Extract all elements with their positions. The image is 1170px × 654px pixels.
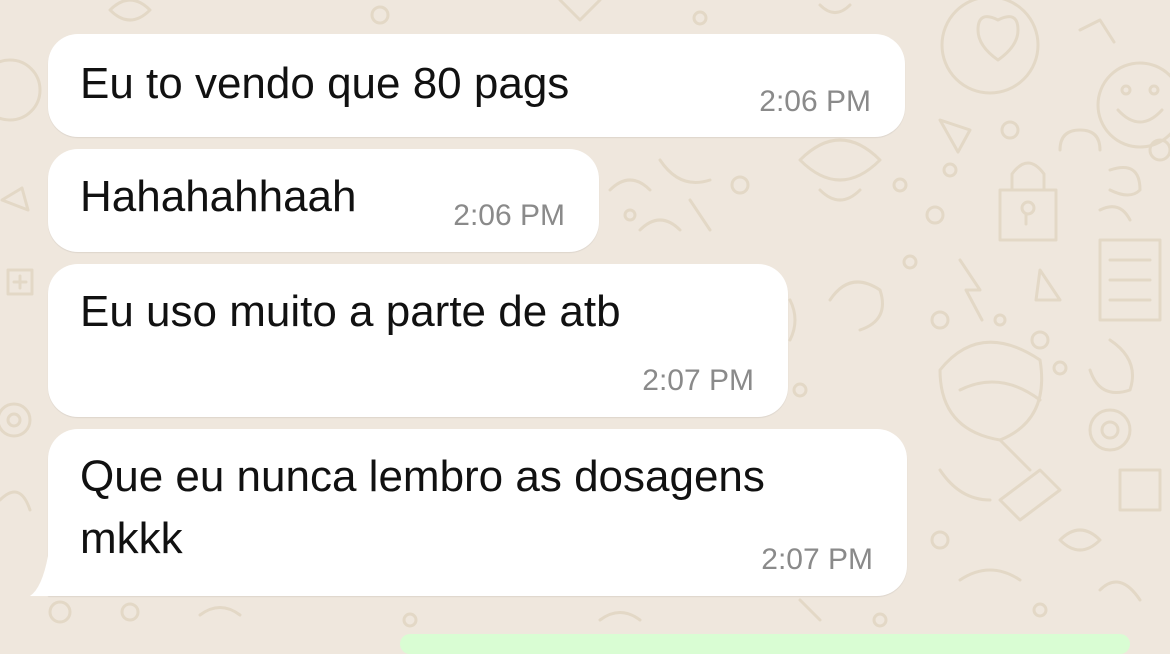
message-text: Eu uso muito a parte de atb — [80, 287, 621, 336]
message-bubble[interactable]: Hahahahhaah 2:06 PM — [48, 149, 599, 252]
message-timestamp: 2:06 PM — [453, 199, 565, 232]
message-text: Hahahahhaah — [80, 172, 357, 221]
bubble-tail — [30, 556, 48, 596]
message-timestamp: 2:06 PM — [759, 85, 871, 118]
message-bubble[interactable]: Eu to vendo que 80 pags 2:06 PM — [48, 34, 905, 137]
message-text: Eu to vendo que 80 pags — [80, 59, 570, 108]
message-bubble[interactable]: Eu uso muito a parte de atb 2:07 PM — [48, 264, 788, 417]
message-text: Que eu nunca lembro as dosagens mkkk — [80, 452, 765, 563]
message-timestamp: 2:07 PM — [642, 364, 754, 397]
message-bubble[interactable]: Que eu nunca lembro as dosagens mkkk 2:0… — [48, 429, 907, 596]
chat-thread: Eu to vendo que 80 pags 2:06 PM Hahahahh… — [0, 0, 1170, 654]
message-timestamp: 2:07 PM — [761, 543, 873, 576]
outgoing-message-bubble-partial[interactable] — [400, 634, 1130, 654]
